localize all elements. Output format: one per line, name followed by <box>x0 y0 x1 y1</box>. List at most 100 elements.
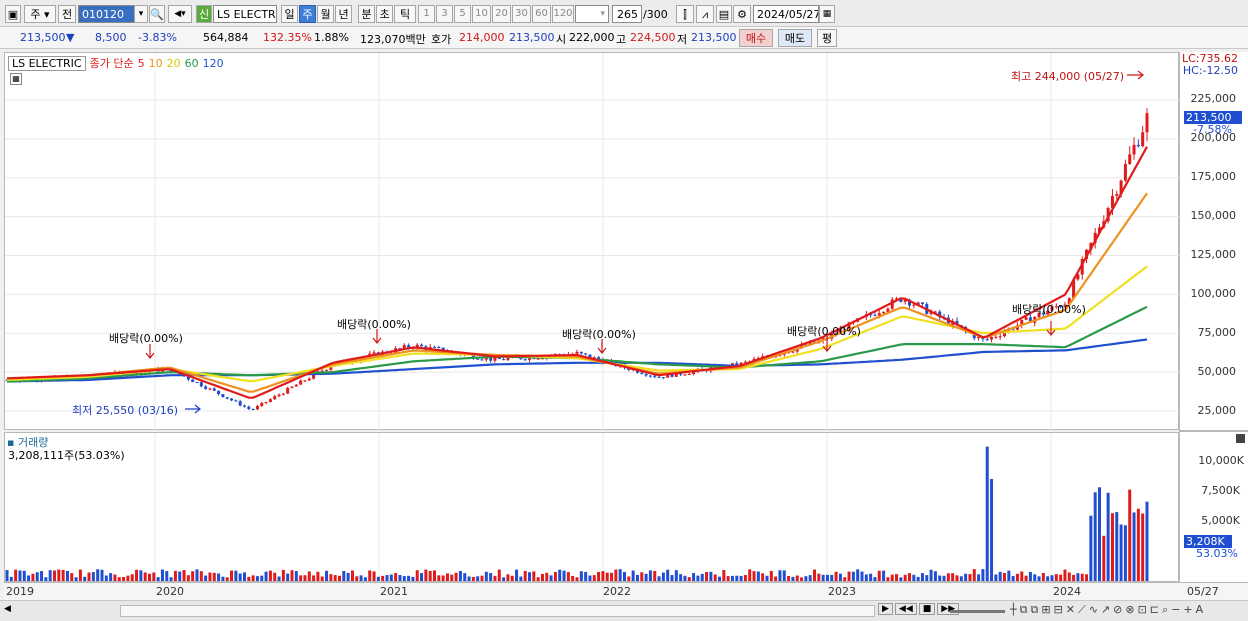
calendar-icon[interactable]: ▦ <box>819 5 835 23</box>
volume-bar <box>825 574 829 581</box>
buy-button[interactable]: 매수 <box>739 29 773 47</box>
link-icon[interactable]: ⊘ <box>1113 603 1122 617</box>
interval-dropdown[interactable]: ▾ <box>575 5 609 23</box>
speaker-icon[interactable]: ◀▾ <box>168 5 192 23</box>
star-icon[interactable]: ✕ <box>1066 603 1075 617</box>
copy-icon[interactable]: ⧉ <box>1020 603 1028 617</box>
gear-icon[interactable]: ⚙ <box>733 5 751 23</box>
chain-icon[interactable]: ⊗ <box>1125 603 1134 617</box>
volume-bar <box>338 575 341 581</box>
candle-body <box>251 409 255 411</box>
candle-body <box>277 394 281 397</box>
volume-bar <box>104 575 108 581</box>
interval-3[interactable]: 3 <box>436 5 453 23</box>
tab-week[interactable]: 주 <box>299 5 316 23</box>
arrow-icon[interactable]: ↗ <box>1101 603 1110 617</box>
scrollbar[interactable] <box>120 605 875 617</box>
candle-body <box>268 399 272 402</box>
window-icon[interactable]: ▣ <box>5 5 21 23</box>
volume-bar <box>368 570 372 581</box>
high-label: 고 <box>616 33 627 46</box>
volume-bar <box>411 576 415 581</box>
volume-bar <box>238 573 242 581</box>
volume-bar <box>35 572 39 581</box>
candle-body <box>1123 164 1127 181</box>
candle-body <box>1128 154 1132 165</box>
stop-icon[interactable]: ■ <box>918 603 936 615</box>
volume-bar <box>817 573 821 581</box>
candle-body <box>243 405 246 407</box>
zoom-icon[interactable]: ⌕ <box>1162 603 1168 617</box>
interval-60[interactable]: 60 <box>532 5 551 23</box>
tab-month[interactable]: 월 <box>317 5 334 23</box>
copy2-icon[interactable]: ⧉ <box>1030 603 1038 617</box>
trend-icon[interactable]: ⟋ <box>1078 603 1086 617</box>
volume-bar <box>126 575 130 581</box>
interval-120[interactable]: 120 <box>552 5 574 23</box>
ruler-icon[interactable]: ⊟ <box>1054 603 1063 617</box>
eval-button[interactable]: 평 <box>817 29 837 47</box>
grid-icon[interactable]: ⊞ <box>1041 603 1050 617</box>
forward-icon[interactable]: ▶▶ <box>937 603 960 615</box>
date-input[interactable]: 2024/05/27 <box>753 5 819 23</box>
save-icon[interactable]: ▤ <box>716 5 732 23</box>
panel-close-icon[interactable] <box>1236 434 1245 443</box>
table-icon[interactable]: ▦ <box>10 73 22 85</box>
volume-bar <box>791 576 795 581</box>
interval-30[interactable]: 30 <box>512 5 531 23</box>
candle-body <box>994 336 998 338</box>
zoom-slider[interactable] <box>950 610 1005 613</box>
volume-bar <box>502 577 506 581</box>
volume-panel[interactable]: ▪ 거래량 3,208,111주(53.03%) <box>4 432 1180 583</box>
tab-year[interactable]: 년 <box>335 5 352 23</box>
market-select[interactable]: 주 ▾ <box>24 5 56 23</box>
volume-bar <box>847 571 851 581</box>
volume-bar <box>1003 573 1006 581</box>
candle-body <box>476 358 480 360</box>
price-panel[interactable]: LS ELECTRIC 종가 단순 5 10 20 60 120 ▦ 최고 24… <box>4 52 1180 431</box>
count-input[interactable]: 265 <box>612 5 642 23</box>
volume-bar <box>493 575 497 581</box>
scroll-left-icon[interactable]: ◀ <box>4 604 14 618</box>
candle-body <box>294 384 298 387</box>
sin-badge[interactable]: 신 <box>196 5 212 23</box>
print-icon[interactable]: ⊏ <box>1150 603 1159 617</box>
camera-icon[interactable]: ⊡ <box>1138 603 1147 617</box>
price-tick: 25,000 <box>1197 404 1237 417</box>
tab-second[interactable]: 초 <box>376 5 393 23</box>
candle-body <box>536 358 540 360</box>
interval-10[interactable]: 10 <box>472 5 491 23</box>
interval-5[interactable]: 5 <box>454 5 471 23</box>
price-chart[interactable] <box>5 53 1180 431</box>
line-chart-icon[interactable]: ⩘ <box>696 5 714 23</box>
sell-button[interactable]: 매도 <box>778 29 812 47</box>
volume-bar <box>674 570 678 581</box>
volume-bar <box>234 570 238 581</box>
volume-bar <box>579 571 583 581</box>
plus-icon[interactable]: + <box>1183 603 1192 617</box>
volume-chart[interactable] <box>5 433 1180 583</box>
volume-bar <box>441 575 445 581</box>
volume-bar <box>342 570 346 581</box>
candle-icon[interactable]: ⫿ <box>676 5 694 23</box>
search-icon[interactable]: 🔍 <box>149 5 165 23</box>
interval-1[interactable]: 1 <box>418 5 435 23</box>
tab-minute[interactable]: 분 <box>358 5 375 23</box>
candle-body <box>372 352 376 354</box>
cross-tool-icon[interactable]: ┼ <box>1010 603 1017 617</box>
prev-button[interactable]: 전 <box>58 5 76 23</box>
tab-day[interactable]: 일 <box>281 5 298 23</box>
code-input[interactable]: 010120 <box>78 5 136 23</box>
volume-bar <box>1020 571 1024 581</box>
code-dropdown-icon[interactable]: ▾ <box>134 5 148 23</box>
tab-tick[interactable]: 틱 <box>394 5 416 23</box>
play-icon[interactable]: ▶ <box>878 603 893 615</box>
volume-bar <box>243 572 246 581</box>
bid-price: 213,500 <box>509 31 555 44</box>
minus-icon[interactable]: − <box>1171 603 1180 617</box>
wave-icon[interactable]: ∿ <box>1089 603 1098 617</box>
rewind-icon[interactable]: ◀◀ <box>894 603 917 615</box>
font-icon[interactable]: A <box>1196 603 1204 617</box>
volume-bar <box>743 575 747 581</box>
interval-20[interactable]: 20 <box>492 5 511 23</box>
